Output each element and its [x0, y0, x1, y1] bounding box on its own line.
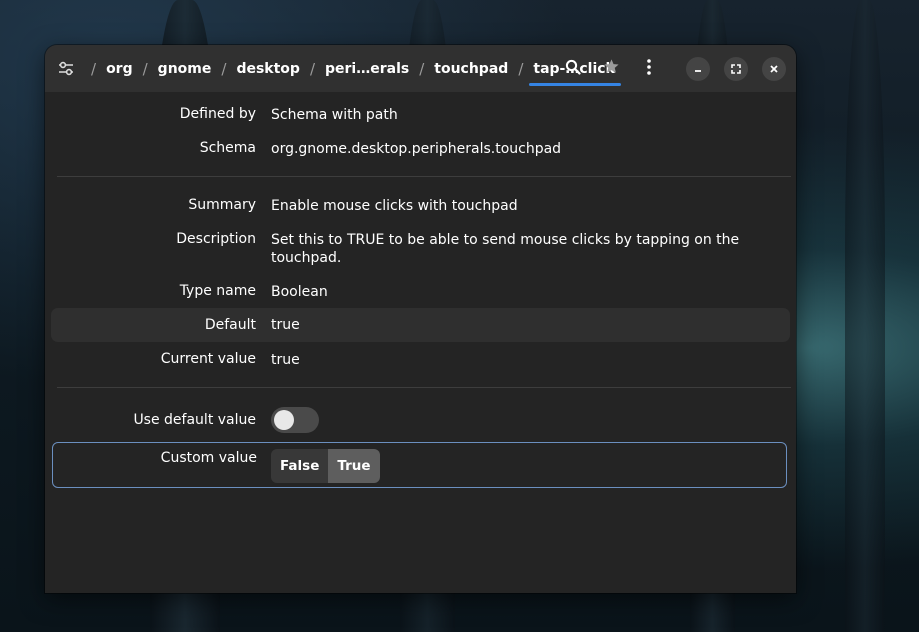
description-label: Description	[176, 231, 256, 247]
wallpaper-trunk	[845, 0, 885, 632]
defined-by-value: Schema with path	[271, 107, 398, 123]
headerbar-actions	[554, 45, 786, 92]
breadcrumb: / org / gnome / desktop / peri…erals / t…	[81, 59, 622, 86]
close-button[interactable]	[762, 56, 786, 81]
custom-value-toggle-group: False True	[271, 449, 380, 483]
headerbar: / org / gnome / desktop / peri…erals / t…	[45, 45, 796, 92]
maximize-icon	[731, 59, 741, 78]
breadcrumb-touchpad[interactable]: touchpad	[434, 61, 508, 77]
use-default-row: Use default value	[51, 407, 319, 438]
defined-by-row: Defined by Schema with path	[51, 106, 398, 124]
custom-value-label: Custom value	[160, 450, 257, 466]
use-default-label: Use default value	[133, 411, 256, 428]
description-row: Description Set this to TRUE to be able …	[51, 231, 741, 267]
summary-row: Summary Enable mouse clicks with touchpa…	[51, 197, 518, 215]
breadcrumb-separator: /	[309, 59, 315, 78]
type-label: Type name	[179, 283, 256, 299]
current-value-row: Current value true	[51, 351, 300, 369]
divider	[57, 387, 791, 388]
menu-button[interactable]	[630, 54, 668, 84]
maximize-button[interactable]	[724, 56, 748, 81]
summary-value: Enable mouse clicks with touchpad	[271, 198, 518, 214]
breadcrumb-separator: /	[221, 59, 227, 78]
minimize-button[interactable]	[686, 56, 710, 81]
menu-icon	[647, 58, 651, 79]
breadcrumb-separator: /	[419, 59, 425, 78]
defined-by-label: Defined by	[179, 106, 256, 122]
breadcrumb-peripherals[interactable]: peri…erals	[325, 61, 409, 77]
close-icon	[769, 59, 779, 78]
default-value: true	[271, 317, 300, 333]
schema-label: Schema	[199, 140, 256, 156]
toggle-knob	[274, 410, 294, 430]
bookmark-button[interactable]	[592, 54, 630, 84]
use-default-control	[271, 407, 319, 438]
current-value-label: Current value	[160, 351, 256, 367]
current-value-value: true	[271, 352, 300, 368]
use-default-toggle[interactable]	[271, 407, 319, 433]
minimize-icon	[693, 59, 703, 78]
default-row: Default true	[51, 308, 790, 342]
breadcrumb-separator: /	[518, 59, 524, 78]
settings-icon[interactable]	[57, 60, 75, 78]
summary-label: Summary	[188, 197, 256, 213]
custom-value-row: Custom value False True	[52, 442, 787, 488]
app-window: / org / gnome / desktop / peri…erals / t…	[45, 45, 796, 593]
type-value: Boolean	[271, 284, 328, 300]
false-option-button[interactable]: False	[271, 449, 329, 483]
description-value: Set this to TRUE to be able to send mous…	[271, 232, 740, 266]
search-icon	[565, 59, 581, 79]
breadcrumb-gnome[interactable]: gnome	[158, 61, 212, 77]
schema-value: org.gnome.desktop.peripherals.touchpad	[271, 141, 562, 157]
schema-row: Schema org.gnome.desktop.peripherals.tou…	[51, 140, 561, 158]
search-button[interactable]	[554, 54, 592, 84]
breadcrumb-separator: /	[91, 59, 97, 78]
divider	[57, 176, 791, 177]
breadcrumb-separator: /	[142, 59, 148, 78]
type-row: Type name Boolean	[51, 283, 328, 301]
breadcrumb-desktop[interactable]: desktop	[236, 61, 300, 77]
custom-value-content: Custom value	[52, 450, 257, 466]
default-label: Default	[204, 317, 256, 333]
star-icon	[603, 58, 620, 79]
breadcrumb-org[interactable]: org	[106, 61, 133, 77]
true-option-button[interactable]: True	[328, 449, 380, 483]
